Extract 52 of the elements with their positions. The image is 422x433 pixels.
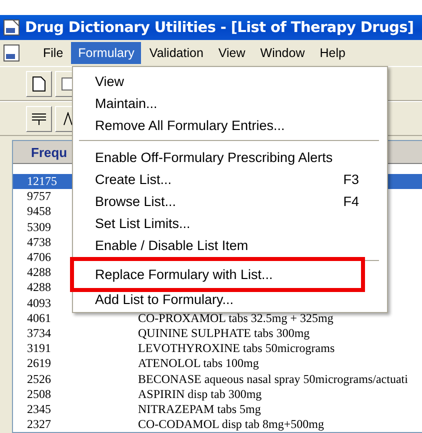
menu-item[interactable]: Formulary — [71, 42, 142, 64]
table-row[interactable]: 2327 CO-CODAMOL disp tab 8mg+500mg — [13, 417, 422, 432]
table-row[interactable]: 2619 ATENOLOL tabs 100mg — [13, 356, 422, 372]
menu-option[interactable]: Replace Formulary with List... — [70, 257, 365, 292]
menu-item[interactable]: File — [36, 42, 70, 64]
menu-item[interactable]: Window — [253, 42, 312, 64]
menu-option[interactable]: Create List... F3 — [73, 168, 387, 190]
frequency-cell: 12175 — [27, 174, 57, 188]
drug-cell: BECONASE aqueous nasal spray 50micrograms/actuati — [138, 372, 408, 387]
menu-item[interactable]: View — [211, 42, 252, 64]
drug-cell: NITRAZEPAM tabs 5mg — [138, 402, 261, 417]
menu-option[interactable]: Browse List... F4 — [73, 190, 387, 212]
drug-cell: ATENOLOL tabs 100mg — [138, 356, 259, 372]
window-title: Drug Dictionary Utilities - [List of Therapy Drugs] — [25, 20, 414, 36]
frequency-cell: 4706 — [27, 250, 51, 264]
drug-cell: ASPIRIN disp tab 300mg — [138, 386, 262, 402]
menu-item[interactable]: Validation — [142, 42, 210, 64]
table-row[interactable]: 2526 BECONASE aqueous nasal spray 50micrograms/actuati — [13, 371, 422, 387]
frequency-cell: 2619 — [27, 356, 51, 370]
menu-item[interactable]: Help — [312, 42, 352, 64]
table-row[interactable]: 4061 CO-PROXAMOL tabs 32.5mg + 325mg — [13, 310, 422, 326]
table-row[interactable]: 2508 ASPIRIN disp tab 300mg — [13, 386, 422, 402]
drug-cell: CO-CODAMOL disp tab 8mg+500mg — [138, 417, 324, 432]
lines-icon — [31, 110, 47, 126]
frequency-cell: 3734 — [27, 326, 51, 340]
menu-option[interactable]: Set List Limits... — [73, 212, 387, 234]
table-row[interactable]: 2345 NITRAZEPAM tabs 5mg — [13, 402, 422, 417]
new-document-button[interactable] — [26, 70, 52, 96]
menu-option[interactable]: View — [73, 70, 387, 92]
frequency-cell: 2508 — [27, 386, 51, 401]
column-header[interactable]: Frequ — [31, 144, 68, 160]
frequency-cell: 2345 — [27, 402, 51, 416]
menu-option[interactable]: Maintain... — [73, 92, 387, 114]
frequency-cell: 9458 — [27, 204, 51, 218]
drug-cell: CO-PROXAMOL tabs 32.5mg + 325mg — [138, 310, 334, 326]
frequency-cell: 2526 — [27, 372, 51, 386]
app-icon — [3, 19, 20, 36]
page-icon — [32, 76, 46, 92]
lines-button[interactable] — [26, 106, 52, 132]
frequency-cell: 4061 — [27, 310, 51, 325]
document-icon[interactable] — [3, 44, 21, 62]
drug-cell: QUININE SULPHATE tabs 300mg — [138, 326, 310, 341]
frequency-cell: 4288 — [27, 280, 51, 294]
menu-option[interactable]: Enable / Disable List Item — [73, 234, 387, 256]
drug-cell: LEVOTHYROXINE tabs 50micrograms — [138, 341, 335, 356]
frequency-cell: 3191 — [27, 341, 51, 356]
menu-option[interactable]: Enable Off-Formulary Prescribing Alerts — [73, 146, 387, 168]
table-row[interactable]: 3191 LEVOTHYROXINE tabs 50micrograms — [13, 341, 422, 356]
table-row[interactable]: 3734 QUININE SULPHATE tabs 300mg — [13, 326, 422, 342]
chevron-icon — [61, 112, 75, 126]
frequency-cell: 2327 — [27, 417, 51, 432]
menu-option[interactable]: Remove All Formulary Entries... — [73, 114, 387, 136]
